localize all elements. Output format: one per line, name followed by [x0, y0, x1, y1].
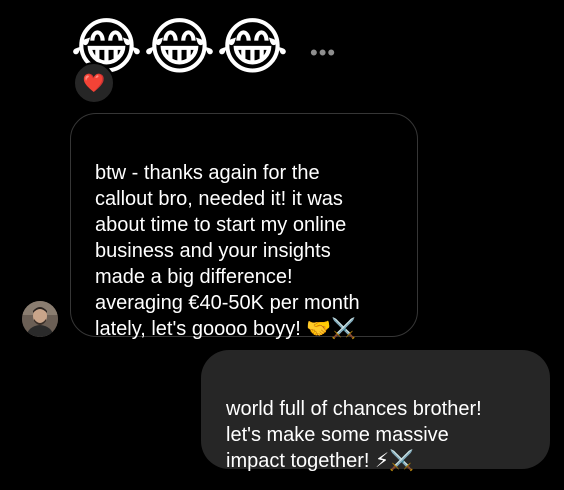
- red-heart-icon: ❤️: [82, 73, 106, 93]
- more-options-icon[interactable]: •••: [310, 42, 336, 64]
- avatar-photo-icon: [22, 301, 58, 337]
- incoming-message-text: btw - thanks again for the callout bro, …: [95, 162, 360, 340]
- heart-reaction-badge[interactable]: ❤️: [73, 62, 115, 104]
- incoming-message-bubble[interactable]: btw - thanks again for the callout bro, …: [70, 113, 418, 340]
- laughing-emoji-2: 😂: [143, 13, 216, 82]
- laughing-emoji-3: 😂: [216, 13, 289, 82]
- avatar[interactable]: [22, 301, 58, 337]
- outgoing-message-text: world full of chances brother! let's mak…: [226, 398, 482, 472]
- outgoing-message-bubble[interactable]: world full of chances brother! let's mak…: [201, 350, 550, 472]
